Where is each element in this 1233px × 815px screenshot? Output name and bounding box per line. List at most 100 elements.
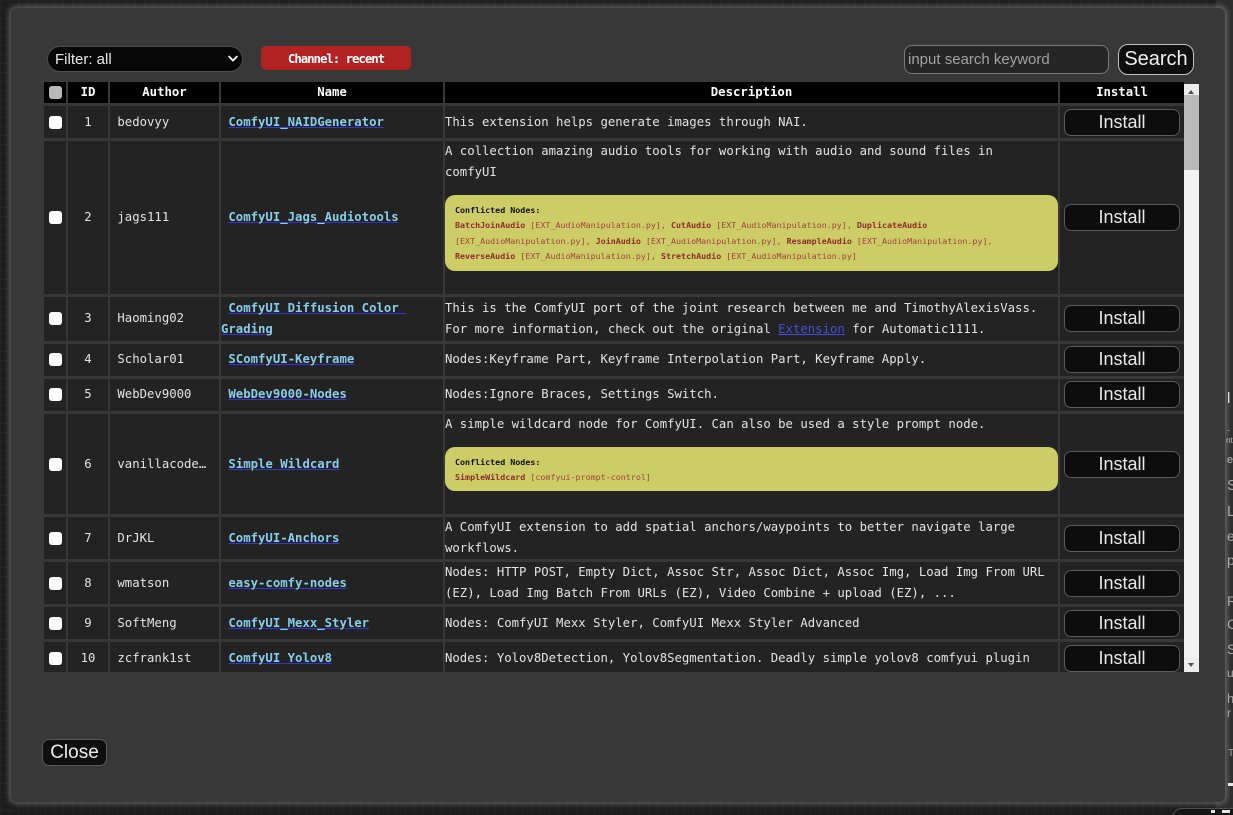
- row-author: DrJKL: [110, 517, 219, 559]
- edge-text-fragment: e: [1227, 528, 1233, 544]
- extension-name-link[interactable]: Simple Wildcard: [228, 457, 339, 471]
- table-row: 1 bedovyy ComfyUI_NAIDGeneratorThis exte…: [44, 106, 1184, 138]
- row-description: Nodes: ComfyUI Mexx Styler, ComfyUI Mexx…: [445, 607, 1058, 639]
- row-install-cell: Install: [1060, 414, 1184, 515]
- table-row: 8 wmatson easy-comfy-nodesNodes: HTTP PO…: [44, 562, 1184, 604]
- table-row: 9 SoftMeng ComfyUI_Mexx_StylerNodes: Com…: [44, 607, 1184, 639]
- header-author: Author: [110, 82, 219, 103]
- row-checkbox-cell: [44, 297, 66, 341]
- table-row: 10 zcfrank1st ComfyUI Yolov8Nodes: Yolov…: [44, 642, 1184, 672]
- table-row: 6 vanillacode314 Simple WildcardA simple…: [44, 414, 1184, 515]
- row-name-cell: WebDev9000-Nodes: [221, 379, 443, 411]
- edge-text-fragment: h: [1227, 691, 1233, 706]
- row-id: 10: [68, 642, 108, 672]
- install-button[interactable]: Install: [1064, 109, 1180, 136]
- extension-name-link[interactable]: ComfyUI_NAIDGenerator: [228, 115, 383, 129]
- row-install-cell: Install: [1060, 562, 1184, 604]
- channel-badge-label: Channel: recent: [288, 51, 384, 66]
- scroll-up-icon: [1188, 90, 1194, 94]
- row-id: 5: [68, 379, 108, 411]
- row-install-cell: Install: [1060, 141, 1184, 294]
- conflicted-nodes-list: SimpleWildcard [comfyui-prompt-control]: [455, 470, 1048, 485]
- table-header-row: ID Author Name Description Install: [44, 82, 1184, 103]
- description-text: Nodes: HTTP POST, Empty Dict, Assoc Str,…: [445, 562, 1050, 604]
- install-button[interactable]: Install: [1064, 305, 1180, 332]
- row-checkbox[interactable]: [49, 353, 62, 366]
- description-link[interactable]: Extension: [778, 322, 845, 336]
- extension-name-link[interactable]: ComfyUI Diffusion Color Grading: [221, 301, 406, 336]
- edge-text-fragment: S: [1227, 641, 1233, 657]
- install-button[interactable]: Install: [1064, 525, 1180, 552]
- row-checkbox-cell: [44, 141, 66, 294]
- install-button[interactable]: Install: [1064, 204, 1180, 231]
- edge-text-fragment: R: [1227, 593, 1233, 609]
- filter-select[interactable]: Filter: all: [47, 46, 243, 72]
- conflicted-nodes-list: BatchJoinAudio [EXT_AudioManipulation.py…: [455, 218, 1048, 264]
- row-checkbox[interactable]: [49, 312, 62, 325]
- row-checkbox-cell: [44, 562, 66, 604]
- install-button[interactable]: Install: [1064, 346, 1180, 373]
- row-checkbox-cell: [44, 344, 66, 376]
- row-checkbox[interactable]: [49, 532, 62, 545]
- install-button[interactable]: Install: [1064, 610, 1180, 637]
- close-button[interactable]: Close: [42, 739, 107, 766]
- edge-text-fragment: S: [1227, 477, 1233, 494]
- row-description: Nodes:Ignore Braces, Settings Switch.: [445, 379, 1058, 411]
- row-description: A collection amazing audio tools for wor…: [445, 141, 1058, 294]
- extension-name-link[interactable]: WebDev9000-Nodes: [228, 387, 346, 401]
- row-checkbox[interactable]: [49, 211, 62, 224]
- extension-name-link[interactable]: ComfyUI_Jags_Audiotools: [228, 210, 398, 224]
- row-checkbox[interactable]: [49, 617, 62, 630]
- extension-name-link[interactable]: ComfyUI_Mexx_Styler: [228, 616, 369, 630]
- install-button[interactable]: Install: [1064, 381, 1180, 408]
- edge-text-fragment: r: [1227, 706, 1231, 720]
- extension-name-link[interactable]: ComfyUI Yolov8: [228, 651, 332, 665]
- search-input[interactable]: [904, 45, 1109, 74]
- row-install-cell: Install: [1060, 379, 1184, 411]
- description-text: This extension helps generate images thr…: [445, 112, 1050, 133]
- row-checkbox[interactable]: [49, 577, 62, 590]
- row-author: jags111: [110, 141, 219, 294]
- conflicted-nodes-box: Conflicted Nodes:SimpleWildcard [comfyui…: [445, 447, 1058, 492]
- row-id: 7: [68, 517, 108, 559]
- extension-name-link[interactable]: ComfyUI-Anchors: [228, 531, 339, 545]
- row-install-cell: Install: [1060, 106, 1184, 138]
- row-name-cell: easy-comfy-nodes: [221, 562, 443, 604]
- edge-text-fragment: -: [1227, 425, 1230, 435]
- row-description: Nodes: Yolov8Detection, Yolov8Segmentati…: [445, 642, 1058, 672]
- row-description: Nodes: HTTP POST, Empty Dict, Assoc Str,…: [445, 562, 1058, 604]
- install-button[interactable]: Install: [1064, 645, 1180, 672]
- header-name: Name: [221, 82, 443, 103]
- row-author: bedovyy: [110, 106, 219, 138]
- row-name-cell: Simple Wildcard: [221, 414, 443, 515]
- scrollbar-thumb[interactable]: [1184, 95, 1199, 170]
- extension-name-link[interactable]: SComfyUI-Keyframe: [228, 352, 354, 366]
- select-all-checkbox[interactable]: [49, 86, 62, 99]
- channel-badge[interactable]: Channel: recent: [261, 46, 411, 70]
- edge-text-fragment: e: [1227, 454, 1233, 466]
- conflicted-nodes-title: Conflicted Nodes:: [455, 203, 1048, 218]
- row-name-cell: ComfyUI_NAIDGenerator: [221, 106, 443, 138]
- row-description: This extension helps generate images thr…: [445, 106, 1058, 138]
- chevron-down-icon: [228, 55, 238, 63]
- row-id: 8: [68, 562, 108, 604]
- row-id: 6: [68, 414, 108, 515]
- row-id: 2: [68, 141, 108, 294]
- table-scrollbar[interactable]: [1184, 84, 1199, 672]
- scrollbar-down-button[interactable]: [1184, 657, 1199, 672]
- row-checkbox[interactable]: [49, 458, 62, 471]
- header-id: ID: [68, 82, 108, 103]
- description-text: A ComfyUI extension to add spatial ancho…: [445, 517, 1050, 559]
- search-button[interactable]: Search: [1118, 44, 1194, 75]
- row-checkbox[interactable]: [49, 116, 62, 129]
- edge-text-fragment: C: [1227, 616, 1233, 632]
- row-description: A ComfyUI extension to add spatial ancho…: [445, 517, 1058, 559]
- extension-name-link[interactable]: easy-comfy-nodes: [228, 576, 346, 590]
- row-checkbox[interactable]: [49, 652, 62, 665]
- row-checkbox-cell: [44, 106, 66, 138]
- install-button[interactable]: Install: [1064, 570, 1180, 597]
- row-author: SoftMeng: [110, 607, 219, 639]
- description-text: Nodes: Yolov8Detection, Yolov8Segmentati…: [445, 648, 1050, 669]
- row-checkbox[interactable]: [49, 388, 62, 401]
- install-button[interactable]: Install: [1064, 451, 1180, 478]
